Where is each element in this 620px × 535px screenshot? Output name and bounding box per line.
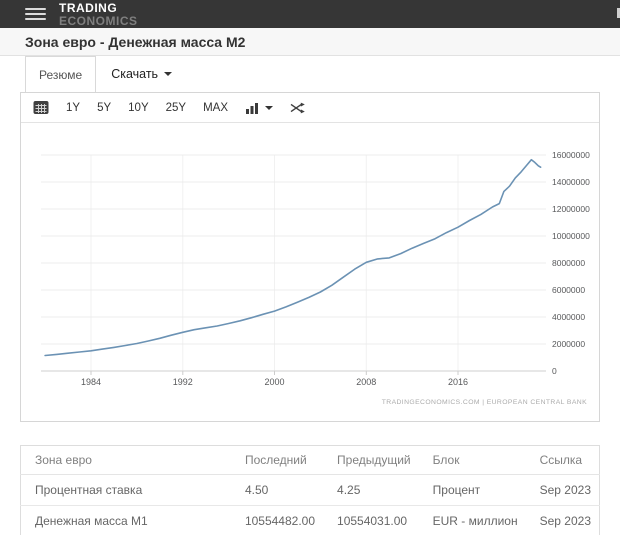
- shuffle-compare-icon: [290, 102, 306, 114]
- column-header: Зона евро: [21, 446, 231, 475]
- download-label: Скачать: [111, 67, 158, 81]
- chart-panel: 1Y 5Y 10Y 25Y MAX 1984 1992 2000 2008: [20, 92, 600, 422]
- download-dropdown[interactable]: Скачать: [98, 56, 185, 92]
- svg-text:12000000: 12000000: [552, 204, 590, 214]
- tab-summary-label: Резюме: [39, 68, 82, 82]
- chevron-down-icon: [164, 72, 172, 76]
- range-button-25y[interactable]: 25Y: [166, 102, 186, 114]
- chart-toolbar: 1Y 5Y 10Y 25Y MAX: [21, 93, 599, 123]
- column-header: Ссылка: [526, 446, 600, 475]
- table-cell: 4.25: [323, 475, 419, 506]
- column-header: Предыдущий: [323, 446, 419, 475]
- svg-text:6000000: 6000000: [552, 285, 585, 295]
- svg-text:2000: 2000: [264, 377, 284, 387]
- page-title: Зона евро - Денежная масса M2: [25, 34, 245, 50]
- table-cell: 10554031.00: [323, 506, 419, 535]
- tab-summary[interactable]: Резюме: [25, 56, 96, 92]
- svg-text:0: 0: [552, 366, 557, 376]
- column-header: Блок: [419, 446, 526, 475]
- chart-type-dropdown[interactable]: [245, 102, 273, 114]
- table-body: Процентная ставка4.504.25ПроцентSep 2023…: [21, 475, 600, 535]
- svg-text:2000000: 2000000: [552, 339, 585, 349]
- range-button-5y[interactable]: 5Y: [97, 102, 111, 114]
- indicators-table-wrap: Зона евроПоследнийПредыдущийБлокСсылка П…: [20, 445, 600, 535]
- indicator-link[interactable]: Процентная ставка: [21, 475, 231, 506]
- column-header: Последний: [231, 446, 323, 475]
- svg-text:1984: 1984: [81, 377, 101, 387]
- hamburger-menu-icon[interactable]: [25, 5, 46, 23]
- svg-text:1992: 1992: [173, 377, 193, 387]
- m2-line-chart[interactable]: 1984 1992 2000 2008 2016 0 2000000 4000000 60000…: [21, 123, 599, 421]
- table-cell: 4.50: [231, 475, 323, 506]
- calendar-button[interactable]: [33, 100, 49, 115]
- table-cell: EUR - миллион: [419, 506, 526, 535]
- tabs-row: Резюме Скачать: [0, 56, 620, 92]
- logo-line2: ECONOMICS: [59, 15, 138, 27]
- svg-text:4000000: 4000000: [552, 312, 585, 322]
- logo-line1: TRADING: [59, 2, 138, 14]
- indicator-link[interactable]: Денежная масса M1: [21, 506, 231, 535]
- chart-area: 1984 1992 2000 2008 2016 0 2000000 4000000 60000…: [21, 123, 599, 421]
- calendar-icon: [33, 100, 49, 115]
- table-row: Денежная масса M110554482.0010554031.00E…: [21, 506, 600, 535]
- bar-chart-icon: [245, 102, 259, 114]
- table-header-row: Зона евроПоследнийПредыдущийБлокСсылка: [21, 446, 600, 475]
- compare-button[interactable]: [290, 102, 306, 114]
- table-row: Процентная ставка4.504.25ПроцентSep 2023: [21, 475, 600, 506]
- indicators-table: Зона евроПоследнийПредыдущийБлокСсылка П…: [20, 445, 600, 535]
- svg-text:2016: 2016: [448, 377, 468, 387]
- title-bar: Зона евро - Денежная масса M2: [0, 28, 620, 56]
- chevron-down-icon: [265, 106, 273, 110]
- trading-economics-logo[interactable]: TRADING ECONOMICS: [59, 2, 138, 27]
- svg-text:16000000: 16000000: [552, 150, 590, 160]
- top-header: TRADING ECONOMICS: [0, 0, 620, 28]
- svg-text:10000000: 10000000: [552, 231, 590, 241]
- table-cell: Sep 2023: [526, 506, 600, 535]
- range-button-max[interactable]: MAX: [203, 102, 228, 114]
- table-cell: Sep 2023: [526, 475, 600, 506]
- svg-text:TRADINGECONOMICS.COM | EUROPEA: TRADINGECONOMICS.COM | EUROPEAN CENTRAL …: [382, 399, 587, 406]
- svg-text:2008: 2008: [356, 377, 376, 387]
- svg-text:8000000: 8000000: [552, 258, 585, 268]
- range-button-1y[interactable]: 1Y: [66, 102, 80, 114]
- svg-text:14000000: 14000000: [552, 177, 590, 187]
- table-cell: Процент: [419, 475, 526, 506]
- range-button-10y[interactable]: 10Y: [128, 102, 148, 114]
- table-cell: 10554482.00: [231, 506, 323, 535]
